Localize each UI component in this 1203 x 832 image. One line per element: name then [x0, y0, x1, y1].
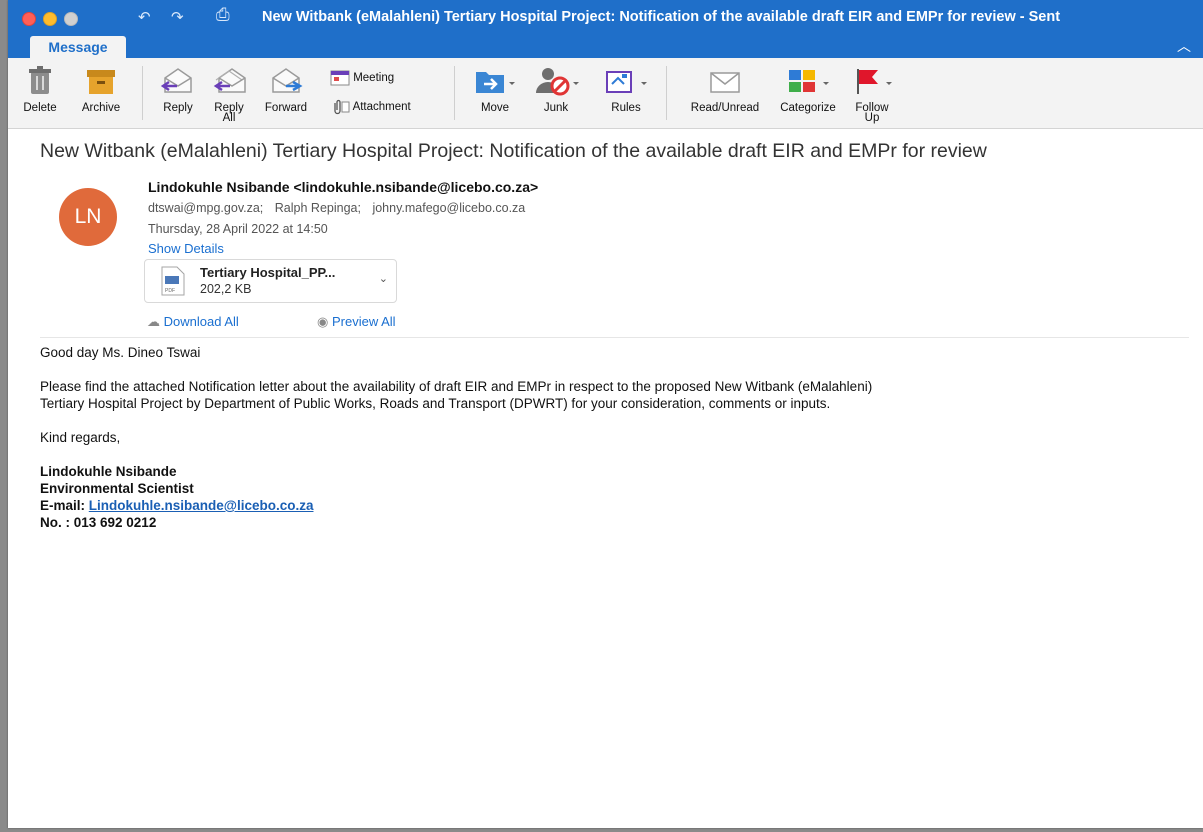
move-button[interactable]: Move: [472, 58, 518, 128]
attachment-label: Attachment: [352, 101, 411, 114]
minimize-window-button[interactable]: [43, 12, 57, 26]
title-bar: ↶ ↷ ⎙ New Witbank (eMalahleni) Tertiary …: [8, 0, 1203, 58]
recipient[interactable]: johny.mafego@licebo.co.za: [372, 201, 525, 215]
signature-email: E-mail: Lindokuhle.nsibande@licebo.co.za: [40, 497, 1190, 514]
closing: Kind regards,: [40, 430, 121, 445]
rules-label: Rules: [611, 102, 641, 114]
recipient[interactable]: dtswai@mpg.gov.za;: [148, 201, 263, 215]
print-icon[interactable]: ⎙: [216, 5, 230, 25]
close-window-button[interactable]: [22, 12, 36, 26]
trash-icon: [29, 66, 51, 94]
meeting-label: Meeting: [353, 72, 395, 85]
body-line: Please find the attached Notification le…: [40, 379, 873, 394]
move-label: Move: [480, 102, 510, 114]
message-subject: New Witbank (eMalahleni) Tertiary Hospit…: [40, 140, 987, 162]
ribbon-separator: [454, 66, 455, 120]
body-paragraph: Please find the attached Notification le…: [40, 378, 1190, 412]
archive-button[interactable]: Archive: [76, 58, 126, 128]
follow-up-button[interactable]: Follow Up: [850, 58, 894, 128]
archive-box-icon: [87, 70, 115, 94]
cloud-download-icon: ☁: [147, 314, 160, 329]
attachment-name: Tertiary Hospital_PP...: [200, 265, 336, 280]
archive-label: Archive: [81, 102, 121, 114]
categorize-button[interactable]: Categorize: [772, 58, 844, 128]
zoom-window-button[interactable]: [64, 12, 78, 26]
forward-label: Forward: [264, 102, 308, 114]
calendar-icon: [330, 70, 350, 86]
reply-all-label: Reply All: [208, 102, 250, 124]
reply-button[interactable]: Reply: [158, 58, 198, 128]
redo-icon[interactable]: ↷: [171, 8, 184, 26]
read-unread-label: Read/Unread: [690, 102, 760, 114]
junk-label: Junk: [543, 102, 569, 114]
header-divider: [40, 337, 1189, 338]
greeting: Good day Ms. Dineo Tswai: [40, 345, 201, 360]
read-unread-button[interactable]: Read/Unread: [680, 58, 770, 128]
junk-icon: [536, 68, 579, 96]
email-link[interactable]: Lindokuhle.nsibande@licebo.co.za: [89, 498, 314, 513]
pdf-file-icon: PDF: [161, 266, 185, 296]
delete-label: Delete: [23, 102, 57, 114]
attachment-card[interactable]: PDF Tertiary Hospital_PP... 202,2 KB ⌄: [144, 259, 397, 303]
signature-name: Lindokuhle Nsibande: [40, 464, 177, 479]
preview-all-button[interactable]: ◉ Preview All: [317, 314, 396, 330]
email-label: E-mail:: [40, 498, 86, 513]
ribbon-separator: [666, 66, 667, 120]
body-line: Tertiary Hospital Project by Department …: [40, 396, 831, 411]
attachment-button[interactable]: Attachment: [330, 99, 411, 115]
signature-title: Environmental Scientist: [40, 481, 194, 496]
recipients: dtswai@mpg.gov.za; Ralph Repinga; johny.…: [148, 201, 533, 215]
chevron-down-icon[interactable]: ⌄: [379, 272, 388, 285]
move-folder-icon: [476, 72, 515, 93]
signature-phone: No. : 013 692 0212: [40, 515, 157, 530]
junk-button[interactable]: Junk: [536, 58, 579, 128]
reply-all-button[interactable]: Reply All: [208, 58, 250, 128]
delete-button[interactable]: Delete: [22, 58, 58, 128]
ribbon-toolbar: Delete Archive Reply Reply All Forward M…: [8, 58, 1203, 129]
show-details-link[interactable]: Show Details: [148, 241, 224, 256]
tab-message[interactable]: Message: [30, 36, 126, 58]
mail-window: ↶ ↷ ⎙ New Witbank (eMalahleni) Tertiary …: [8, 0, 1203, 828]
forward-button[interactable]: Forward: [260, 58, 312, 128]
collapse-ribbon-icon[interactable]: ︿: [1177, 36, 1191, 56]
window-title: New Witbank (eMalahleni) Tertiary Hospit…: [262, 9, 1061, 25]
message-body: Good day Ms. Dineo Tswai Please find the…: [40, 344, 1190, 531]
sender[interactable]: Lindokuhle Nsibande <lindokuhle.nsibande…: [148, 179, 538, 195]
reply-icon: [161, 68, 192, 93]
reply-label: Reply: [163, 102, 193, 114]
recipient[interactable]: Ralph Repinga;: [275, 201, 361, 215]
reply-all-icon: [213, 68, 246, 93]
download-all-label: Download All: [163, 314, 239, 329]
categorize-label: Categorize: [780, 102, 836, 114]
rules-button[interactable]: Rules: [606, 58, 647, 128]
undo-icon[interactable]: ↶: [138, 8, 151, 26]
rules-icon: [606, 71, 647, 93]
envelope-icon: [710, 72, 740, 93]
signature: Lindokuhle Nsibande Environmental Scient…: [40, 463, 1190, 531]
preview-all-label: Preview All: [331, 314, 396, 329]
paperclip-icon: [334, 99, 350, 115]
reply-all-label-line2: All: [222, 112, 236, 124]
flag-icon: [857, 69, 892, 94]
file-type-label: PDF: [165, 288, 175, 294]
forward-icon: [272, 68, 303, 93]
eye-icon: ◉: [317, 314, 329, 329]
message-date: Thursday, 28 April 2022 at 14:50: [148, 222, 328, 236]
avatar: LN: [59, 188, 117, 246]
follow-up-label-line2: Up: [864, 112, 880, 124]
categorize-icon: [789, 70, 829, 92]
meeting-button[interactable]: Meeting: [330, 70, 394, 86]
attachment-size: 202,2 KB: [200, 282, 252, 296]
ribbon-separator: [142, 66, 143, 120]
follow-up-label: Follow Up: [850, 102, 894, 124]
download-all-button[interactable]: ☁ Download All: [147, 314, 239, 330]
